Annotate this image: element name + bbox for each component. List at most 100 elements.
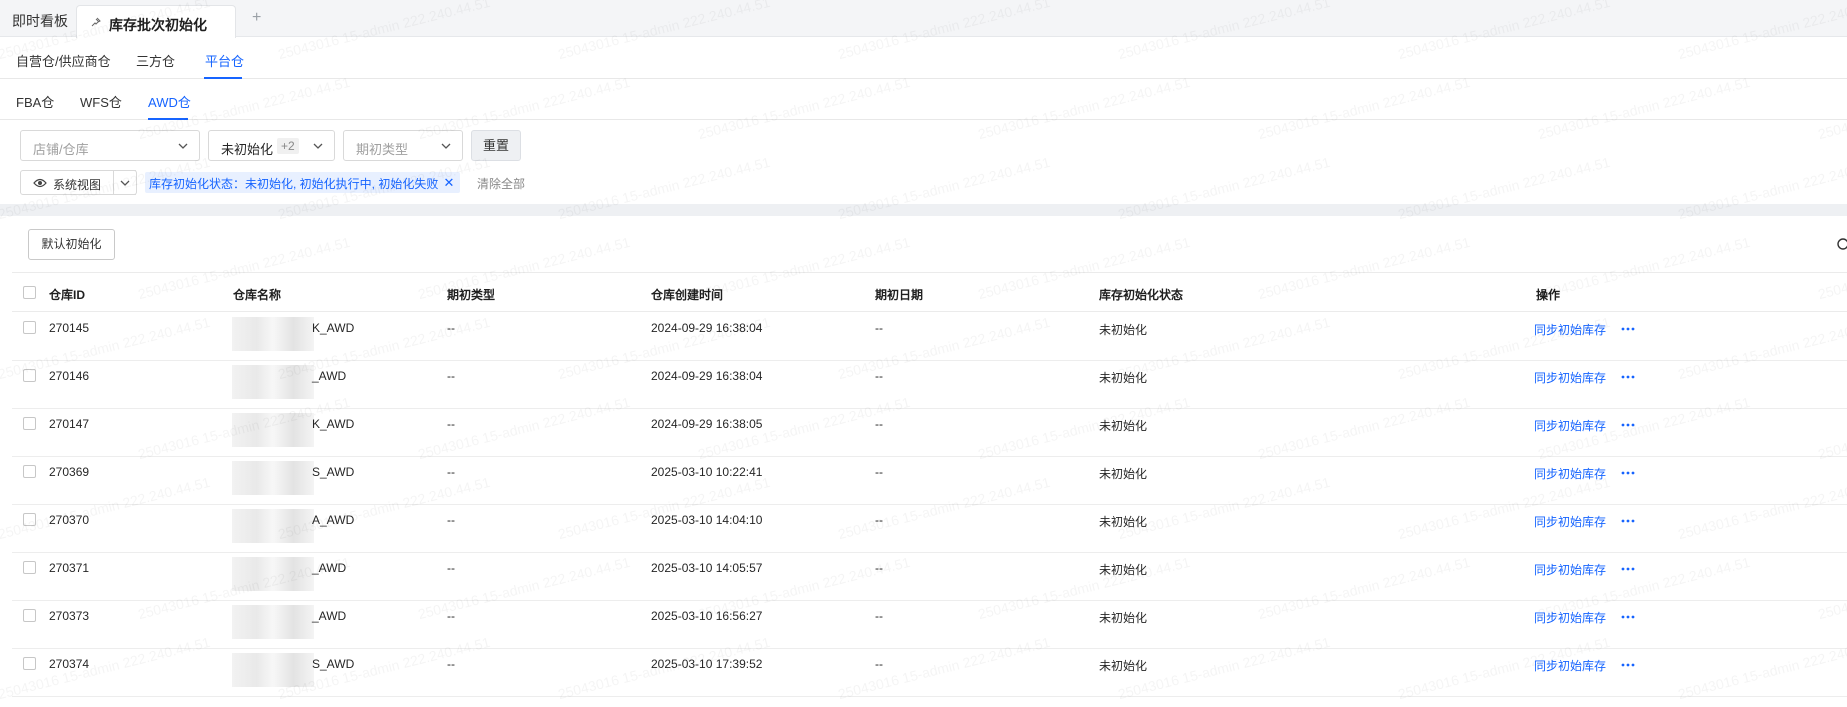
pin-icon[interactable]	[91, 17, 101, 27]
tab-self-supplier-warehouse[interactable]: 自营仓/供应商仓	[16, 51, 111, 70]
col-created-time[interactable]: 仓库创建时间	[651, 286, 723, 303]
cell-id: 270373	[49, 609, 90, 623]
chevron-down-icon	[120, 180, 130, 186]
active-tab-indicator	[148, 118, 188, 120]
table-row: 270374 S_AWD -- 2025-03-10 17:39:52 -- 未初始化 同步…	[12, 649, 1847, 697]
select-value: 未初始化	[221, 142, 274, 157]
col-period-date[interactable]: 期初日期	[875, 286, 923, 303]
cell-name: K_AWD	[312, 321, 355, 335]
cell-period-type: --	[447, 609, 455, 623]
cell-period-date: --	[875, 321, 883, 335]
row-checkbox[interactable]	[23, 609, 36, 622]
cell-created: 2025-03-10 16:56:27	[651, 609, 763, 623]
cell-id: 270370	[49, 513, 90, 527]
cell-name: S_AWD	[312, 465, 355, 479]
redacted-name-mask	[232, 605, 314, 639]
tab-awd[interactable]: AWD仓	[148, 92, 191, 111]
sync-init-inventory-link[interactable]: 同步初始库存	[1534, 513, 1606, 530]
sync-init-inventory-link[interactable]: 同步初始库存	[1534, 369, 1606, 386]
filter-tag-label: 库存初始化状态：未初始化, 初始化执行中, 初始化失败	[149, 177, 439, 191]
cell-period-date: --	[875, 609, 883, 623]
select-placeholder: 期初类型	[356, 142, 409, 157]
view-dropdown-button[interactable]	[113, 170, 137, 195]
sync-init-inventory-link[interactable]: 同步初始库存	[1534, 609, 1606, 626]
sync-init-inventory-link[interactable]: 同步初始库存	[1534, 465, 1606, 482]
tab-inventory-batch-init[interactable]: 库存批次初始化	[76, 5, 236, 38]
cell-period-type: --	[447, 417, 455, 431]
cell-status: 未初始化	[1099, 371, 1148, 385]
cell-name: K_AWD	[312, 417, 355, 431]
col-period-type[interactable]: 期初类型	[447, 286, 495, 303]
cell-period-date: --	[875, 513, 883, 527]
view-label: 系统视图	[53, 178, 102, 192]
cell-id: 270374	[49, 657, 90, 671]
warehouse-type-tabs: 自营仓/供应商仓 三方仓 平台仓	[0, 38, 1847, 79]
section-divider	[0, 204, 1847, 216]
col-init-status[interactable]: 库存初始化状态	[1099, 286, 1183, 303]
cell-status: 未初始化	[1099, 419, 1148, 433]
table-row: 270147 K_AWD -- 2024-09-29 16:38:05 -- 未初始化 同步…	[12, 409, 1847, 457]
row-checkbox[interactable]	[23, 657, 36, 670]
redacted-name-mask	[232, 557, 314, 591]
table-row: 270369 S_AWD -- 2025-03-10 10:22:41 -- 未初始化 同步…	[12, 457, 1847, 505]
cell-period-type: --	[447, 321, 455, 335]
top-tab-bar: 即时看板 库存批次初始化 +	[0, 0, 1847, 38]
active-tab-indicator	[204, 77, 242, 79]
tab-fba[interactable]: FBA仓	[16, 92, 54, 111]
redacted-name-mask	[232, 413, 314, 447]
search-icon[interactable]	[1836, 237, 1847, 251]
row-checkbox[interactable]	[23, 465, 36, 478]
sync-init-inventory-link[interactable]: 同步初始库存	[1534, 321, 1606, 338]
redacted-name-mask	[232, 461, 314, 495]
store-warehouse-select[interactable]: 店铺/仓库	[20, 130, 200, 161]
cell-id: 270146	[49, 369, 90, 383]
tab-platform-warehouse[interactable]: 平台仓	[205, 51, 244, 70]
more-icon[interactable]	[1621, 418, 1635, 432]
clear-all-link[interactable]: 清除全部	[477, 175, 525, 192]
tab-realtime-dashboard[interactable]: 即时看板	[12, 11, 68, 31]
cell-id: 270147	[49, 417, 90, 431]
cell-period-date: --	[875, 369, 883, 383]
more-icon[interactable]	[1621, 370, 1635, 384]
more-icon[interactable]	[1621, 322, 1635, 336]
default-init-button[interactable]: 默认初始化	[28, 229, 115, 260]
tab-label: 库存批次初始化	[109, 17, 207, 33]
col-warehouse-id[interactable]: 仓库ID	[49, 286, 85, 303]
close-icon[interactable]: ✕	[443, 175, 454, 191]
col-warehouse-name[interactable]: 仓库名称	[233, 286, 281, 303]
cell-period-date: --	[875, 465, 883, 479]
tab-wfs[interactable]: WFS仓	[80, 92, 122, 111]
sync-init-inventory-link[interactable]: 同步初始库存	[1534, 561, 1606, 578]
cell-status: 未初始化	[1099, 659, 1148, 673]
more-icon[interactable]	[1621, 610, 1635, 624]
add-tab-button[interactable]: +	[252, 9, 261, 27]
reset-button[interactable]: 重置	[471, 130, 521, 161]
row-checkbox[interactable]	[23, 321, 36, 334]
table-row: 270145 K_AWD -- 2024-09-29 16:38:04 -- 未初始化 同步…	[12, 313, 1847, 361]
cell-period-type: --	[447, 465, 455, 479]
period-type-select[interactable]: 期初类型	[343, 130, 463, 161]
more-icon[interactable]	[1621, 514, 1635, 528]
cell-name: S_AWD	[312, 657, 355, 671]
init-status-select[interactable]: 未初始化 +2	[208, 130, 335, 161]
row-checkbox[interactable]	[23, 513, 36, 526]
more-icon[interactable]	[1621, 658, 1635, 672]
more-icon[interactable]	[1621, 466, 1635, 480]
row-checkbox[interactable]	[23, 417, 36, 430]
chevron-down-icon	[178, 143, 188, 149]
select-placeholder: 店铺/仓库	[33, 142, 89, 157]
sync-init-inventory-link[interactable]: 同步初始库存	[1534, 657, 1606, 674]
row-checkbox[interactable]	[23, 561, 36, 574]
tab-third-party-warehouse[interactable]: 三方仓	[136, 51, 175, 70]
row-checkbox[interactable]	[23, 369, 36, 382]
redacted-name-mask	[232, 653, 314, 687]
more-icon[interactable]	[1621, 562, 1635, 576]
cell-name: _AWD	[312, 369, 347, 383]
cell-period-type: --	[447, 369, 455, 383]
chevron-down-icon	[441, 143, 451, 149]
select-all-checkbox[interactable]	[23, 286, 36, 299]
sync-init-inventory-link[interactable]: 同步初始库存	[1534, 417, 1606, 434]
cell-created: 2025-03-10 17:39:52	[651, 657, 763, 671]
redacted-name-mask	[232, 365, 314, 399]
cell-id: 270145	[49, 321, 90, 335]
